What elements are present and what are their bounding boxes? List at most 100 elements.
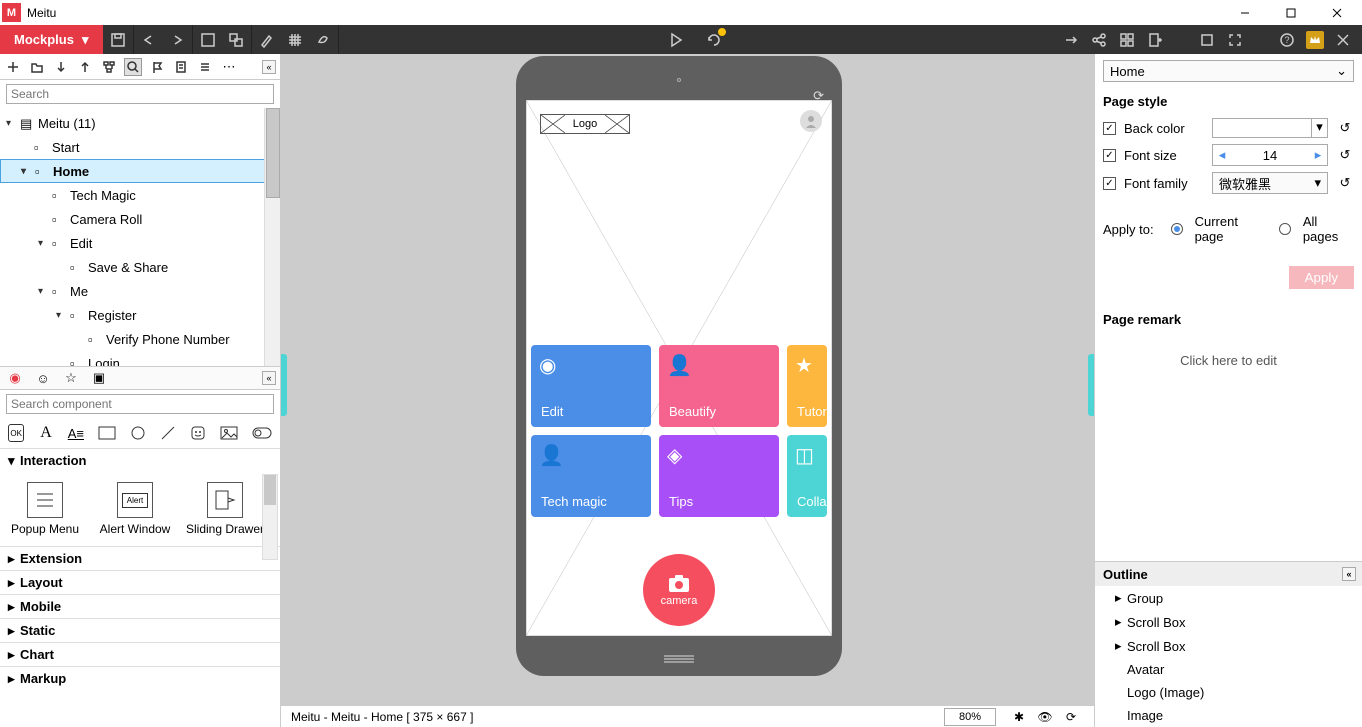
tree-item-me[interactable]: ▾▫Me bbox=[0, 279, 280, 303]
mock-screen[interactable]: Logo ◉Edit 👤Beautify ★Tutor 👤Tech magic … bbox=[526, 100, 832, 636]
rectangle-icon[interactable] bbox=[98, 424, 116, 442]
up-arrow-icon[interactable] bbox=[76, 58, 94, 76]
interaction-scrollbar[interactable] bbox=[262, 474, 278, 560]
fullscreen-icon[interactable] bbox=[1226, 31, 1244, 49]
tree-scrollbar[interactable] bbox=[264, 108, 280, 366]
template-tab-icon[interactable]: ▣ bbox=[90, 369, 108, 387]
image-icon[interactable] bbox=[220, 424, 238, 442]
minimize-button[interactable] bbox=[1222, 0, 1268, 25]
brightness-icon[interactable]: ✱ bbox=[1010, 710, 1028, 724]
mock-avatar[interactable] bbox=[800, 110, 822, 132]
export-icon[interactable] bbox=[1062, 31, 1080, 49]
font-family-checkbox[interactable]: ✓ bbox=[1103, 177, 1116, 190]
tile-edit[interactable]: ◉Edit bbox=[531, 345, 651, 427]
tree-item-start[interactable]: ▫Start bbox=[0, 135, 280, 159]
ok-button-icon[interactable]: OK bbox=[8, 424, 24, 442]
reset-back-color-icon[interactable]: ↺ bbox=[1336, 120, 1354, 136]
ungroup-icon[interactable] bbox=[227, 31, 245, 49]
line-icon[interactable] bbox=[160, 424, 176, 442]
tree-item-saveshare[interactable]: ▫Save & Share bbox=[0, 255, 280, 279]
paint-icon[interactable] bbox=[314, 31, 332, 49]
category-markup[interactable]: ▸Markup bbox=[0, 666, 280, 690]
crown-icon[interactable] bbox=[1306, 31, 1324, 49]
page-search-input[interactable] bbox=[6, 84, 274, 104]
collapse-left-icon[interactable]: « bbox=[262, 60, 276, 74]
tile-colla[interactable]: ◫Colla bbox=[787, 435, 827, 517]
collapse-outline-icon[interactable]: « bbox=[1342, 567, 1356, 581]
category-interaction[interactable]: ▾Interaction bbox=[0, 448, 280, 472]
grid-view-icon[interactable] bbox=[1118, 31, 1136, 49]
link-status-icon[interactable]: ⟳ bbox=[1062, 710, 1080, 724]
camera-button[interactable]: camera bbox=[643, 554, 715, 626]
folder-icon[interactable] bbox=[28, 58, 46, 76]
search-toggle-icon[interactable] bbox=[124, 58, 142, 76]
save-icon[interactable] bbox=[109, 31, 127, 49]
remark-area[interactable]: Click here to edit bbox=[1095, 333, 1362, 561]
reset-font-family-icon[interactable]: ↺ bbox=[1336, 175, 1354, 191]
share-icon[interactable] bbox=[1090, 31, 1108, 49]
frame-icon[interactable] bbox=[1198, 31, 1216, 49]
add-page-icon[interactable] bbox=[4, 58, 22, 76]
tile-techmagic[interactable]: 👤Tech magic bbox=[531, 435, 651, 517]
comp-alert-window[interactable]: Alert Alert Window bbox=[94, 482, 176, 536]
tree-item-home[interactable]: ▾▫Home bbox=[0, 159, 280, 183]
tree-item-cameraroll[interactable]: ▫Camera Roll bbox=[0, 207, 280, 231]
components-tab-icon[interactable]: ◉ bbox=[6, 369, 24, 387]
tile-tips[interactable]: ◈Tips bbox=[659, 435, 779, 517]
text-icon[interactable]: A bbox=[38, 424, 53, 442]
canvas[interactable]: ⟳ Logo ◉Edit 👤Beautify ★Tutor 👤Tech magi… bbox=[281, 54, 1094, 727]
tree-root[interactable]: ▾▤Meitu (11) bbox=[0, 111, 280, 135]
tile-beautify[interactable]: 👤Beautify bbox=[659, 345, 779, 427]
outline-scrollbox1[interactable]: ▸Scroll Box bbox=[1095, 610, 1362, 634]
outline-image[interactable]: Image bbox=[1095, 704, 1362, 727]
category-extension[interactable]: ▸Extension bbox=[0, 546, 280, 570]
radio-all-pages[interactable] bbox=[1279, 223, 1291, 235]
flag-icon[interactable] bbox=[148, 58, 166, 76]
outline-logo[interactable]: Logo (Image) bbox=[1095, 681, 1362, 704]
down-arrow-icon[interactable] bbox=[52, 58, 70, 76]
grid-icon[interactable] bbox=[286, 31, 304, 49]
page-selector[interactable]: Home⌄ bbox=[1103, 60, 1354, 82]
emoji-tab-icon[interactable]: ☺ bbox=[34, 369, 52, 387]
note-icon[interactable] bbox=[172, 58, 190, 76]
close-button[interactable] bbox=[1314, 0, 1360, 25]
comp-popup-menu[interactable]: Popup Menu bbox=[4, 482, 86, 536]
sync-icon[interactable] bbox=[705, 31, 723, 49]
font-family-select[interactable]: 微软雅黑▾ bbox=[1212, 172, 1328, 194]
more-icon[interactable]: ⋯ bbox=[220, 58, 238, 76]
help-icon[interactable]: ? bbox=[1278, 31, 1296, 49]
collapse-components-icon[interactable]: « bbox=[262, 371, 276, 385]
play-icon[interactable] bbox=[667, 31, 685, 49]
text-style-icon[interactable]: A≡ bbox=[68, 424, 84, 442]
tree-item-login[interactable]: ▫Login bbox=[0, 351, 280, 366]
tree-item-techmagic[interactable]: ▫Tech Magic bbox=[0, 183, 280, 207]
toggle-icon[interactable] bbox=[252, 424, 272, 442]
comp-sliding-drawer[interactable]: Sliding Drawer bbox=[184, 482, 266, 536]
font-size-stepper[interactable]: ◂14▸ bbox=[1212, 144, 1328, 166]
face-icon[interactable] bbox=[190, 424, 206, 442]
outline-group[interactable]: ▸Group bbox=[1095, 586, 1362, 610]
back-color-checkbox[interactable]: ✓ bbox=[1103, 122, 1116, 135]
radio-current-page[interactable] bbox=[1171, 223, 1183, 235]
list-icon[interactable] bbox=[196, 58, 214, 76]
right-panel-handle[interactable] bbox=[1088, 354, 1094, 416]
tree-item-edit[interactable]: ▾▫Edit bbox=[0, 231, 280, 255]
outline-avatar[interactable]: Avatar bbox=[1095, 658, 1362, 681]
category-layout[interactable]: ▸Layout bbox=[0, 570, 280, 594]
outline-scrollbox2[interactable]: ▸Scroll Box bbox=[1095, 634, 1362, 658]
brand-menu[interactable]: Mockplus▾ bbox=[0, 25, 103, 54]
undo-icon[interactable] bbox=[140, 31, 158, 49]
eye-icon[interactable]: 👁 bbox=[1036, 710, 1054, 724]
font-size-checkbox[interactable]: ✓ bbox=[1103, 149, 1116, 162]
category-static[interactable]: ▸Static bbox=[0, 618, 280, 642]
redo-icon[interactable] bbox=[168, 31, 186, 49]
group-icon[interactable] bbox=[199, 31, 217, 49]
category-mobile[interactable]: ▸Mobile bbox=[0, 594, 280, 618]
category-chart[interactable]: ▸Chart bbox=[0, 642, 280, 666]
back-color-picker[interactable]: ▾ bbox=[1212, 118, 1328, 138]
reset-font-size-icon[interactable]: ↺ bbox=[1336, 147, 1354, 163]
mock-logo[interactable]: Logo bbox=[540, 114, 630, 134]
apply-button[interactable]: Apply bbox=[1289, 266, 1354, 289]
maximize-button[interactable] bbox=[1268, 0, 1314, 25]
highlighter-icon[interactable] bbox=[258, 31, 276, 49]
